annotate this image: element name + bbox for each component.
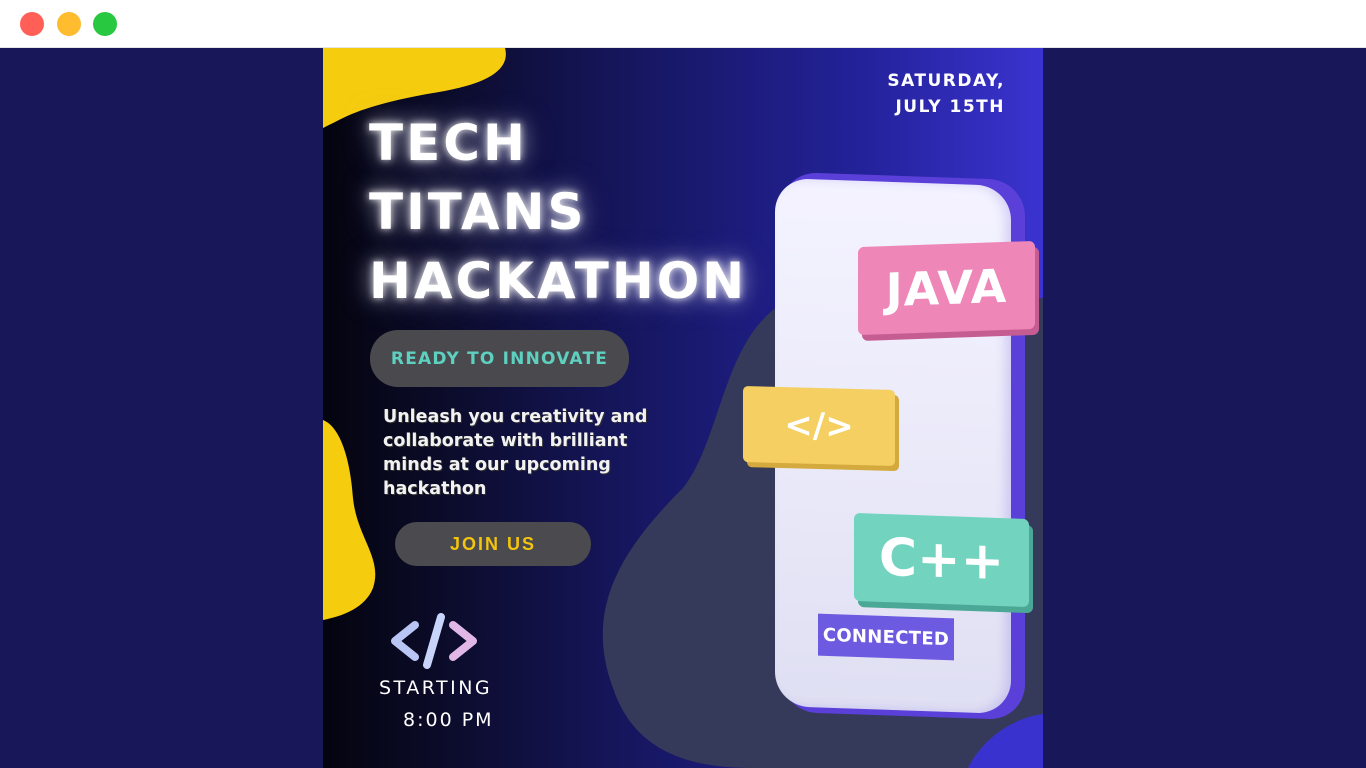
- code-brackets-icon: [391, 613, 477, 669]
- event-date: SATURDAY, JULY 15TH: [887, 68, 1005, 120]
- java-tag: JAVA: [858, 240, 1035, 336]
- maximize-window-button[interactable]: [93, 12, 117, 36]
- yellow-blob-left: [323, 420, 376, 620]
- date-weekday: SATURDAY,: [887, 71, 1005, 91]
- minimize-window-button[interactable]: [57, 12, 81, 36]
- event-description: Unleash you creativity and collaborate w…: [383, 407, 648, 499]
- title-line-3: HACKATHON: [369, 252, 748, 310]
- hackathon-poster: SATURDAY, JULY 15TH TECH TITANS HACKATHO…: [323, 48, 1043, 768]
- tagline-pill: READY TO INNOVATE: [370, 330, 629, 387]
- date-day: JULY 15TH: [895, 97, 1005, 117]
- start-time: 8:00 PM: [403, 709, 494, 731]
- window-titlebar: [0, 0, 1366, 48]
- title-line-1: TECH: [369, 114, 528, 172]
- cpp-tag: C++: [854, 512, 1029, 608]
- code-tag: </>: [743, 386, 895, 466]
- start-label: STARTING: [379, 677, 493, 699]
- close-window-button[interactable]: [20, 12, 44, 36]
- join-us-button[interactable]: JOIN US: [395, 522, 591, 566]
- title-line-2: TITANS: [369, 183, 587, 241]
- connected-tag: CONNECTED: [818, 613, 954, 661]
